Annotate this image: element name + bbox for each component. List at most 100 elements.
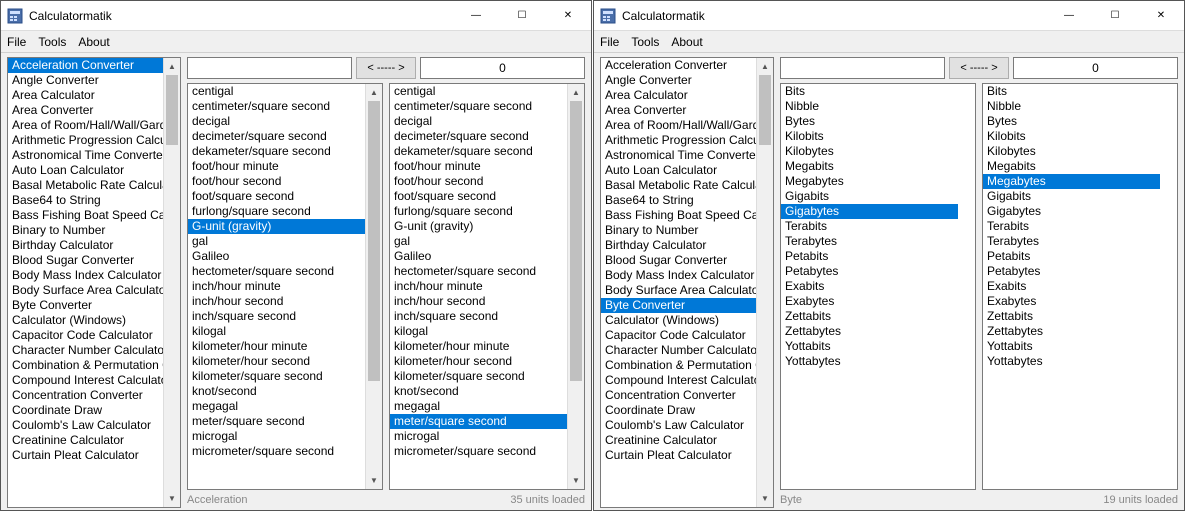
unit-from-item[interactable]: decigal <box>188 114 365 129</box>
converter-item[interactable]: Body Mass Index Calculator <box>8 268 163 283</box>
converter-item[interactable]: Base64 to String <box>8 193 163 208</box>
unit-from-item[interactable]: knot/second <box>188 384 365 399</box>
unit-from-item[interactable]: Gigabytes <box>781 204 958 219</box>
unit-from-item[interactable]: foot/hour second <box>188 174 365 189</box>
converter-item[interactable]: Area Calculator <box>601 88 756 103</box>
unit-from-item[interactable]: Terabytes <box>781 234 958 249</box>
converter-item[interactable]: Area of Room/Hall/Wall/Garden/Yard <box>8 118 163 133</box>
unit-to-listbox[interactable]: BitsNibbleBytesKilobitsKilobytesMegabits… <box>982 83 1178 490</box>
converter-item[interactable]: Creatinine Calculator <box>601 433 756 448</box>
converter-item[interactable]: Character Number Calculator <box>601 343 756 358</box>
menu-item[interactable]: About <box>78 35 109 49</box>
converter-item[interactable]: Astronomical Time Converter <box>601 148 756 163</box>
scroll-thumb[interactable] <box>368 101 380 381</box>
unit-to-item[interactable]: centigal <box>390 84 567 99</box>
converter-item[interactable]: Concentration Converter <box>8 388 163 403</box>
scrollbar[interactable]: ▲▼ <box>365 84 382 489</box>
unit-from-item[interactable]: Zettabits <box>781 309 958 324</box>
unit-to-item[interactable]: Petabits <box>983 249 1160 264</box>
unit-from-listbox[interactable]: BitsNibbleBytesKilobitsKilobytesMegabits… <box>780 83 976 490</box>
unit-to-item[interactable]: kilometer/hour second <box>390 354 567 369</box>
menu-item[interactable]: File <box>600 35 619 49</box>
scroll-up-icon[interactable]: ▲ <box>757 58 773 75</box>
scroll-thumb[interactable] <box>166 75 178 145</box>
unit-to-item[interactable]: kilometer/hour minute <box>390 339 567 354</box>
scrollbar[interactable]: ▲▼ <box>163 58 180 507</box>
converter-listbox[interactable]: Acceleration ConverterAngle ConverterAre… <box>7 57 181 508</box>
unit-from-item[interactable]: centigal <box>188 84 365 99</box>
unit-from-item[interactable]: Nibble <box>781 99 958 114</box>
converter-item[interactable]: Angle Converter <box>601 73 756 88</box>
converter-item[interactable]: Area Converter <box>601 103 756 118</box>
unit-to-item[interactable]: kilogal <box>390 324 567 339</box>
unit-to-item[interactable]: dekameter/square second <box>390 144 567 159</box>
unit-from-item[interactable]: Petabits <box>781 249 958 264</box>
unit-to-item[interactable]: micrometer/square second <box>390 444 567 459</box>
unit-to-item[interactable]: microgal <box>390 429 567 444</box>
unit-from-item[interactable]: Petabytes <box>781 264 958 279</box>
converter-item[interactable]: Curtain Pleat Calculator <box>8 448 163 463</box>
unit-to-item[interactable]: gal <box>390 234 567 249</box>
unit-to-item[interactable]: inch/square second <box>390 309 567 324</box>
converter-item[interactable]: Angle Converter <box>8 73 163 88</box>
converter-item[interactable]: Coulomb's Law Calculator <box>601 418 756 433</box>
unit-to-item[interactable]: Petabytes <box>983 264 1160 279</box>
unit-from-item[interactable]: Megabits <box>781 159 958 174</box>
unit-from-item[interactable]: Exabytes <box>781 294 958 309</box>
unit-from-item[interactable]: Terabits <box>781 219 958 234</box>
unit-to-item[interactable]: kilometer/square second <box>390 369 567 384</box>
unit-from-item[interactable]: Bits <box>781 84 958 99</box>
converter-listbox[interactable]: Acceleration ConverterAngle ConverterAre… <box>600 57 774 508</box>
scrollbar[interactable]: ▲▼ <box>567 84 584 489</box>
converter-item[interactable]: Birthday Calculator <box>601 238 756 253</box>
unit-from-item[interactable]: kilogal <box>188 324 365 339</box>
unit-from-item[interactable]: Exabits <box>781 279 958 294</box>
scroll-down-icon[interactable]: ▼ <box>366 472 382 489</box>
unit-from-item[interactable]: megagal <box>188 399 365 414</box>
unit-from-item[interactable]: inch/hour second <box>188 294 365 309</box>
converter-item[interactable]: Bass Fishing Boat Speed Calculator <box>601 208 756 223</box>
menu-item[interactable]: About <box>671 35 702 49</box>
convert-button[interactable]: < ----- > <box>356 57 416 79</box>
unit-to-item[interactable]: Kilobytes <box>983 144 1160 159</box>
unit-from-item[interactable]: kilometer/square second <box>188 369 365 384</box>
unit-from-item[interactable]: Yottabytes <box>781 354 958 369</box>
converter-item[interactable]: Byte Converter <box>8 298 163 313</box>
unit-to-item[interactable]: Terabits <box>983 219 1160 234</box>
converter-item[interactable]: Coordinate Draw <box>8 403 163 418</box>
unit-to-item[interactable]: Exabytes <box>983 294 1160 309</box>
converter-item[interactable]: Binary to Number <box>8 223 163 238</box>
maximize-button[interactable]: ☐ <box>1092 1 1138 30</box>
converter-item[interactable]: Byte Converter <box>601 298 756 313</box>
converter-item[interactable]: Character Number Calculator <box>8 343 163 358</box>
converter-item[interactable]: Capacitor Code Calculator <box>601 328 756 343</box>
unit-to-item[interactable]: G-unit (gravity) <box>390 219 567 234</box>
converter-item[interactable]: Base64 to String <box>601 193 756 208</box>
unit-from-item[interactable]: microgal <box>188 429 365 444</box>
minimize-button[interactable]: — <box>453 1 499 30</box>
input-value[interactable] <box>780 57 945 79</box>
unit-from-item[interactable]: meter/square second <box>188 414 365 429</box>
unit-to-item[interactable]: Zettabytes <box>983 324 1160 339</box>
unit-to-item[interactable]: decigal <box>390 114 567 129</box>
unit-from-item[interactable]: furlong/square second <box>188 204 365 219</box>
unit-from-item[interactable]: Zettabytes <box>781 324 958 339</box>
unit-to-item[interactable]: inch/hour minute <box>390 279 567 294</box>
unit-from-item[interactable]: Megabytes <box>781 174 958 189</box>
unit-from-item[interactable]: gal <box>188 234 365 249</box>
unit-to-item[interactable]: decimeter/square second <box>390 129 567 144</box>
maximize-button[interactable]: ☐ <box>499 1 545 30</box>
unit-from-item[interactable]: G-unit (gravity) <box>188 219 365 234</box>
converter-item[interactable]: Blood Sugar Converter <box>8 253 163 268</box>
converter-item[interactable]: Coordinate Draw <box>601 403 756 418</box>
unit-from-item[interactable]: dekameter/square second <box>188 144 365 159</box>
converter-item[interactable]: Compound Interest Calculator <box>8 373 163 388</box>
unit-from-item[interactable]: kilometer/hour second <box>188 354 365 369</box>
converter-item[interactable]: Body Surface Area Calculator <box>601 283 756 298</box>
unit-from-item[interactable]: inch/hour minute <box>188 279 365 294</box>
scroll-down-icon[interactable]: ▼ <box>164 490 180 507</box>
unit-to-item[interactable]: meter/square second <box>390 414 567 429</box>
unit-from-item[interactable]: Yottabits <box>781 339 958 354</box>
unit-from-item[interactable]: foot/hour minute <box>188 159 365 174</box>
converter-item[interactable]: Arithmetic Progression Calculator <box>601 133 756 148</box>
